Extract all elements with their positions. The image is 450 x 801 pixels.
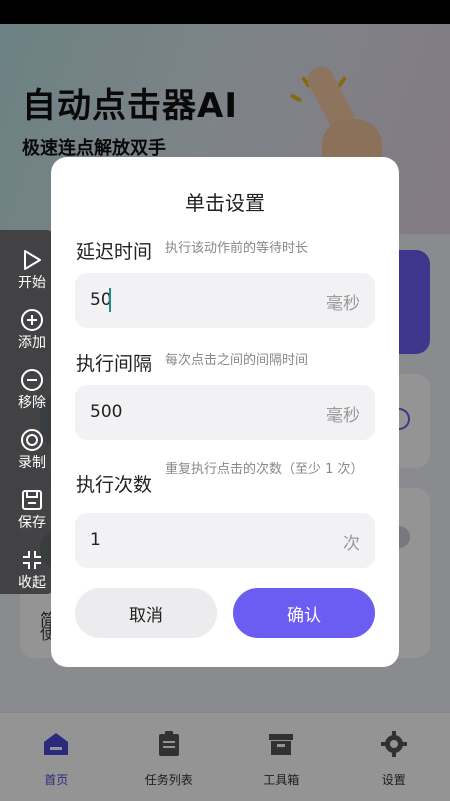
confirm-button[interactable]: 确认 xyxy=(233,588,375,638)
floating-control-panel: 开始 添加 移除 录制 保存 收起 xyxy=(0,230,56,594)
side-item-label: 收起 xyxy=(18,575,46,591)
delay-label: 延迟时间 xyxy=(76,241,153,263)
side-item-add[interactable]: 添加 xyxy=(0,298,56,358)
interval-value: 500 xyxy=(90,402,123,422)
cancel-button[interactable]: 取消 xyxy=(75,588,217,638)
side-item-record[interactable]: 录制 xyxy=(0,418,56,478)
side-item-label: 开始 xyxy=(18,275,46,291)
side-item-collapse[interactable]: 收起 xyxy=(0,538,56,598)
status-bar xyxy=(0,0,450,24)
text-caret xyxy=(109,288,111,312)
side-item-save[interactable]: 保存 xyxy=(0,478,56,538)
side-item-label: 添加 xyxy=(18,335,46,351)
dialog-title: 单击设置 xyxy=(185,191,265,215)
click-settings-dialog: 单击设置 延迟时间 执行该动作前的等待时长 50 毫秒 执行间隔 每次点击之间的… xyxy=(51,157,399,667)
interval-input[interactable]: 500 毫秒 xyxy=(75,385,375,440)
interval-hint: 每次点击之间的间隔时间 xyxy=(165,353,309,368)
add-circle-icon xyxy=(20,308,44,332)
side-item-label: 录制 xyxy=(18,455,46,471)
count-input[interactable]: 1 次 xyxy=(75,513,375,568)
side-item-label: 移除 xyxy=(18,395,46,411)
interval-label: 执行间隔 xyxy=(76,353,153,375)
play-icon xyxy=(20,248,44,272)
count-label: 执行次数 xyxy=(76,474,153,496)
side-item-label: 保存 xyxy=(18,515,46,531)
interval-unit: 毫秒 xyxy=(326,406,360,426)
delay-input[interactable]: 50 毫秒 xyxy=(75,273,375,328)
count-value: 1 xyxy=(90,530,101,550)
side-item-remove[interactable]: 移除 xyxy=(0,358,56,418)
delay-unit: 毫秒 xyxy=(326,294,360,314)
side-item-start[interactable]: 开始 xyxy=(0,238,56,298)
collapse-icon xyxy=(20,548,44,572)
count-unit: 次 xyxy=(343,534,360,554)
delay-hint: 执行该动作前的等待时长 xyxy=(165,241,309,256)
save-icon xyxy=(20,488,44,512)
record-icon xyxy=(20,428,44,452)
count-hint: 重复执行点击的次数（至少 1 次） xyxy=(165,462,364,477)
remove-circle-icon xyxy=(20,368,44,392)
